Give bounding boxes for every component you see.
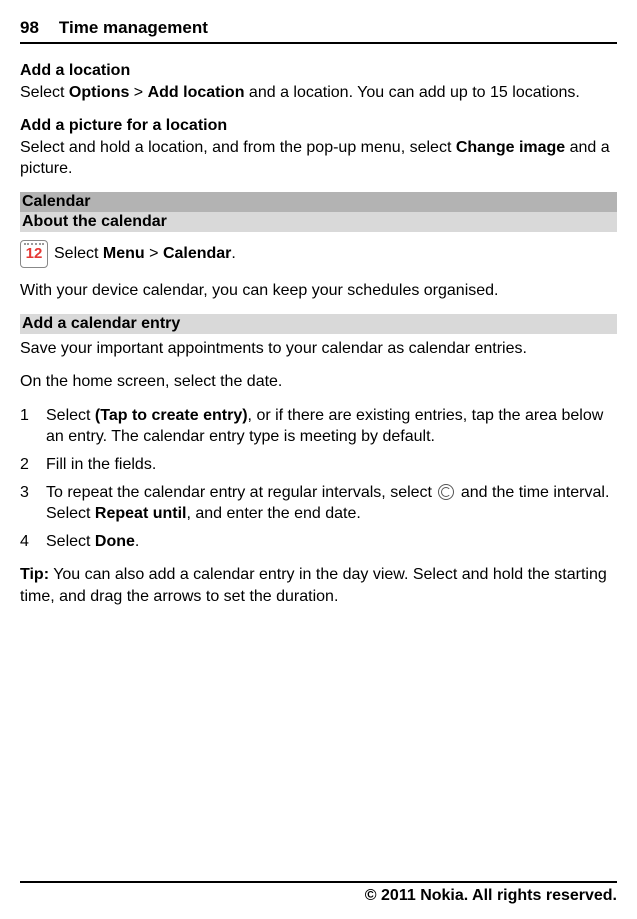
about-calendar-select-text: Select Menu > Calendar. bbox=[54, 245, 236, 263]
add-entry-intro: Save your important appointments to your… bbox=[20, 338, 617, 360]
add-location-block: Add a location Select Options > Add loca… bbox=[20, 60, 617, 103]
add-entry-steps: 1 Select (Tap to create entry), or if th… bbox=[20, 405, 617, 553]
list-item: 2 Fill in the fields. bbox=[20, 454, 617, 476]
page-number: 98 bbox=[20, 18, 39, 38]
tip-text: You can also add a calendar entry in the… bbox=[20, 566, 607, 605]
list-item: 4 Select Done. bbox=[20, 531, 617, 553]
add-picture-block: Add a picture for a location Select and … bbox=[20, 115, 617, 180]
tip-label: Tip: bbox=[20, 566, 49, 583]
about-calendar-body: With your device calendar, you can keep … bbox=[20, 280, 617, 302]
list-item: 1 Select (Tap to create entry), or if th… bbox=[20, 405, 617, 448]
add-entry-heading: Add a calendar entry bbox=[20, 314, 617, 334]
page-content: Add a location Select Options > Add loca… bbox=[20, 60, 617, 881]
section-title: Time management bbox=[59, 18, 208, 38]
add-picture-text: Select and hold a location, and from the… bbox=[20, 137, 617, 180]
calendar-icon: 12 bbox=[20, 240, 48, 268]
about-calendar-select-row: 12 Select Menu > Calendar. bbox=[20, 240, 617, 268]
repeat-icon bbox=[438, 484, 454, 500]
about-calendar-heading: About the calendar bbox=[20, 212, 617, 232]
tip-paragraph: Tip: You can also add a calendar entry i… bbox=[20, 564, 617, 607]
page-footer: © 2011 Nokia. All rights reserved. bbox=[20, 881, 617, 919]
calendar-heading: Calendar bbox=[20, 192, 617, 212]
list-item: 3 To repeat the calendar entry at regula… bbox=[20, 482, 617, 525]
add-location-text: Select Options > Add location and a loca… bbox=[20, 82, 617, 104]
add-picture-heading: Add a picture for a location bbox=[20, 115, 617, 137]
add-entry-home: On the home screen, select the date. bbox=[20, 371, 617, 393]
add-location-heading: Add a location bbox=[20, 60, 617, 82]
page-header: 98 Time management bbox=[20, 18, 617, 44]
